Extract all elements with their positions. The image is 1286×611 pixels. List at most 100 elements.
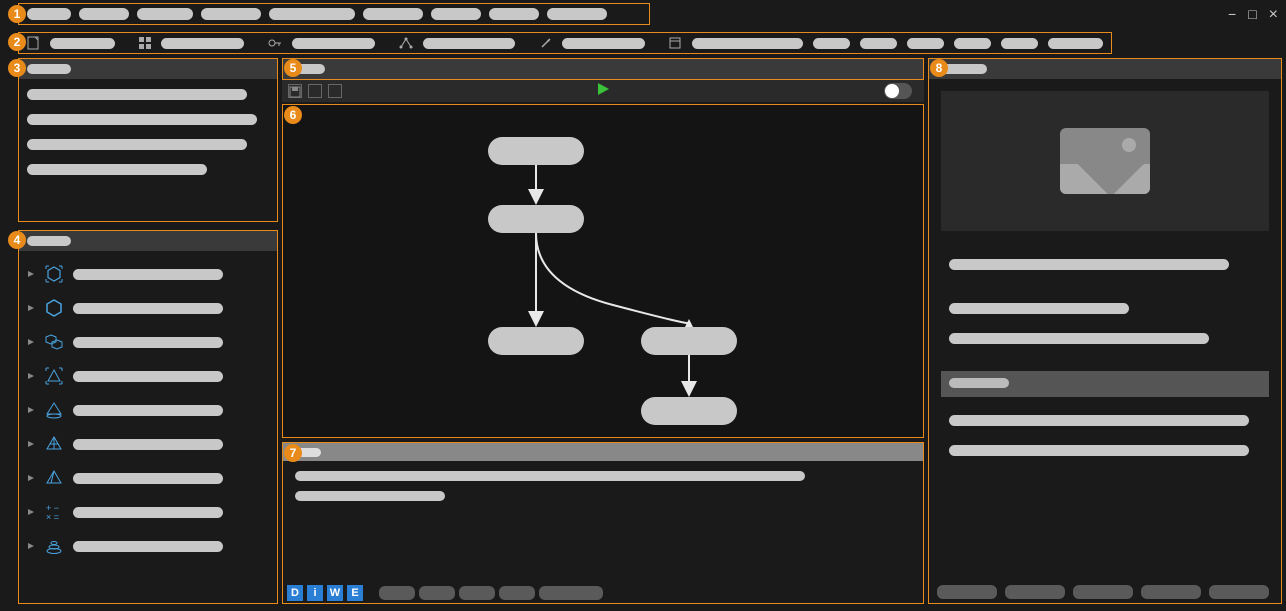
filter-warn-button[interactable]: W (327, 585, 343, 601)
region-badge-2: 2 (8, 33, 26, 51)
tree-item[interactable]: + −× = (21, 495, 275, 529)
inspector-panel (928, 58, 1282, 604)
graph-icon[interactable] (399, 36, 413, 50)
file-icon[interactable] (27, 36, 40, 50)
footer-button[interactable] (419, 586, 455, 600)
expand-arrow-icon[interactable] (27, 440, 35, 448)
toolbar-label[interactable] (50, 38, 115, 49)
panel-header (19, 59, 277, 79)
pyramid-layers-icon (43, 399, 65, 421)
toolbar-label[interactable] (292, 38, 375, 49)
pyramid-solid-icon (43, 467, 65, 489)
graph-canvas[interactable] (282, 104, 924, 438)
save-icon[interactable] (288, 84, 302, 98)
list-item[interactable] (27, 139, 247, 150)
expand-arrow-icon[interactable] (27, 304, 35, 312)
expand-arrow-icon[interactable] (27, 372, 35, 380)
toggle-switch[interactable] (884, 83, 912, 99)
menu-item[interactable] (363, 8, 423, 20)
menu-item[interactable] (431, 8, 481, 20)
toolbar-label[interactable] (1001, 38, 1038, 49)
graph-node[interactable] (641, 397, 737, 425)
expand-arrow-icon[interactable] (27, 474, 35, 482)
hexagons-icon (43, 331, 65, 353)
footer-button[interactable] (1073, 585, 1133, 599)
menu-item[interactable] (547, 8, 607, 20)
menu-item[interactable] (269, 8, 355, 20)
grid-icon[interactable] (138, 36, 151, 50)
region-badge-6: 6 (284, 106, 302, 124)
region-badge-8: 8 (930, 59, 948, 77)
list-item[interactable] (27, 89, 247, 100)
menubar (18, 3, 650, 25)
toolbar-label[interactable] (423, 38, 515, 49)
window-icon[interactable] (669, 36, 682, 50)
tree-label (73, 439, 223, 450)
tree-item[interactable] (21, 427, 275, 461)
footer-button[interactable] (1141, 585, 1201, 599)
tree-label (73, 405, 223, 416)
preview-box (941, 91, 1269, 231)
menu-item[interactable] (201, 8, 261, 20)
tree-item[interactable] (21, 359, 275, 393)
console-footer: D i W E (287, 585, 603, 601)
footer-button[interactable] (379, 586, 415, 600)
toolbar-label[interactable] (562, 38, 645, 49)
tree-label (73, 371, 223, 382)
toolbar-label[interactable] (692, 38, 803, 49)
console-header (283, 443, 923, 461)
arrow-icon[interactable] (539, 36, 552, 50)
close-button[interactable]: × (1269, 6, 1278, 24)
toolbar-label[interactable] (860, 38, 897, 49)
toolbar-label[interactable] (161, 38, 244, 49)
expand-arrow-icon[interactable] (27, 270, 35, 278)
filter-debug-button[interactable]: D (287, 585, 303, 601)
play-button[interactable] (596, 82, 610, 101)
footer-button[interactable] (937, 585, 997, 599)
tree-item[interactable] (21, 393, 275, 427)
menu-item[interactable] (489, 8, 539, 20)
filter-error-button[interactable]: E (347, 585, 363, 601)
graph-node[interactable] (488, 137, 584, 165)
tree-item[interactable] (21, 291, 275, 325)
toolbar-icon[interactable] (308, 84, 322, 98)
footer-button[interactable] (459, 586, 495, 600)
tree-label (73, 473, 223, 484)
list-item[interactable] (27, 114, 257, 125)
footer-button[interactable] (539, 586, 603, 600)
footer-button[interactable] (499, 586, 535, 600)
graph-node[interactable] (488, 327, 584, 355)
expand-arrow-icon[interactable] (27, 542, 35, 550)
tree-label (73, 507, 223, 518)
toolbar-icon[interactable] (328, 84, 342, 98)
tree-item[interactable] (21, 257, 275, 291)
graph-header (282, 58, 924, 80)
filter-info-button[interactable]: i (307, 585, 323, 601)
menu-item[interactable] (79, 8, 129, 20)
tree-item[interactable] (21, 461, 275, 495)
expand-arrow-icon[interactable] (27, 338, 35, 346)
graph-node[interactable] (488, 205, 584, 233)
list-item[interactable] (27, 164, 207, 175)
toolbar-label[interactable] (813, 38, 850, 49)
panel-header (929, 59, 1281, 79)
graph-node[interactable] (641, 327, 737, 355)
property-row (949, 259, 1229, 270)
panel-title (27, 64, 71, 74)
tree-label (73, 303, 223, 314)
toolbar-label[interactable] (907, 38, 944, 49)
key-icon[interactable] (268, 36, 282, 50)
footer-button[interactable] (1209, 585, 1269, 599)
expand-arrow-icon[interactable] (27, 508, 35, 516)
toolbar-label[interactable] (954, 38, 991, 49)
menu-item[interactable] (137, 8, 193, 20)
toolbar-label[interactable] (1048, 38, 1103, 49)
footer-button[interactable] (1005, 585, 1065, 599)
menu-item[interactable] (27, 8, 71, 20)
maximize-button[interactable]: □ (1248, 6, 1256, 24)
section-header[interactable] (941, 371, 1269, 397)
expand-arrow-icon[interactable] (27, 406, 35, 414)
minimize-button[interactable]: − (1228, 6, 1236, 24)
tree-item[interactable] (21, 529, 275, 563)
tree-item[interactable] (21, 325, 275, 359)
